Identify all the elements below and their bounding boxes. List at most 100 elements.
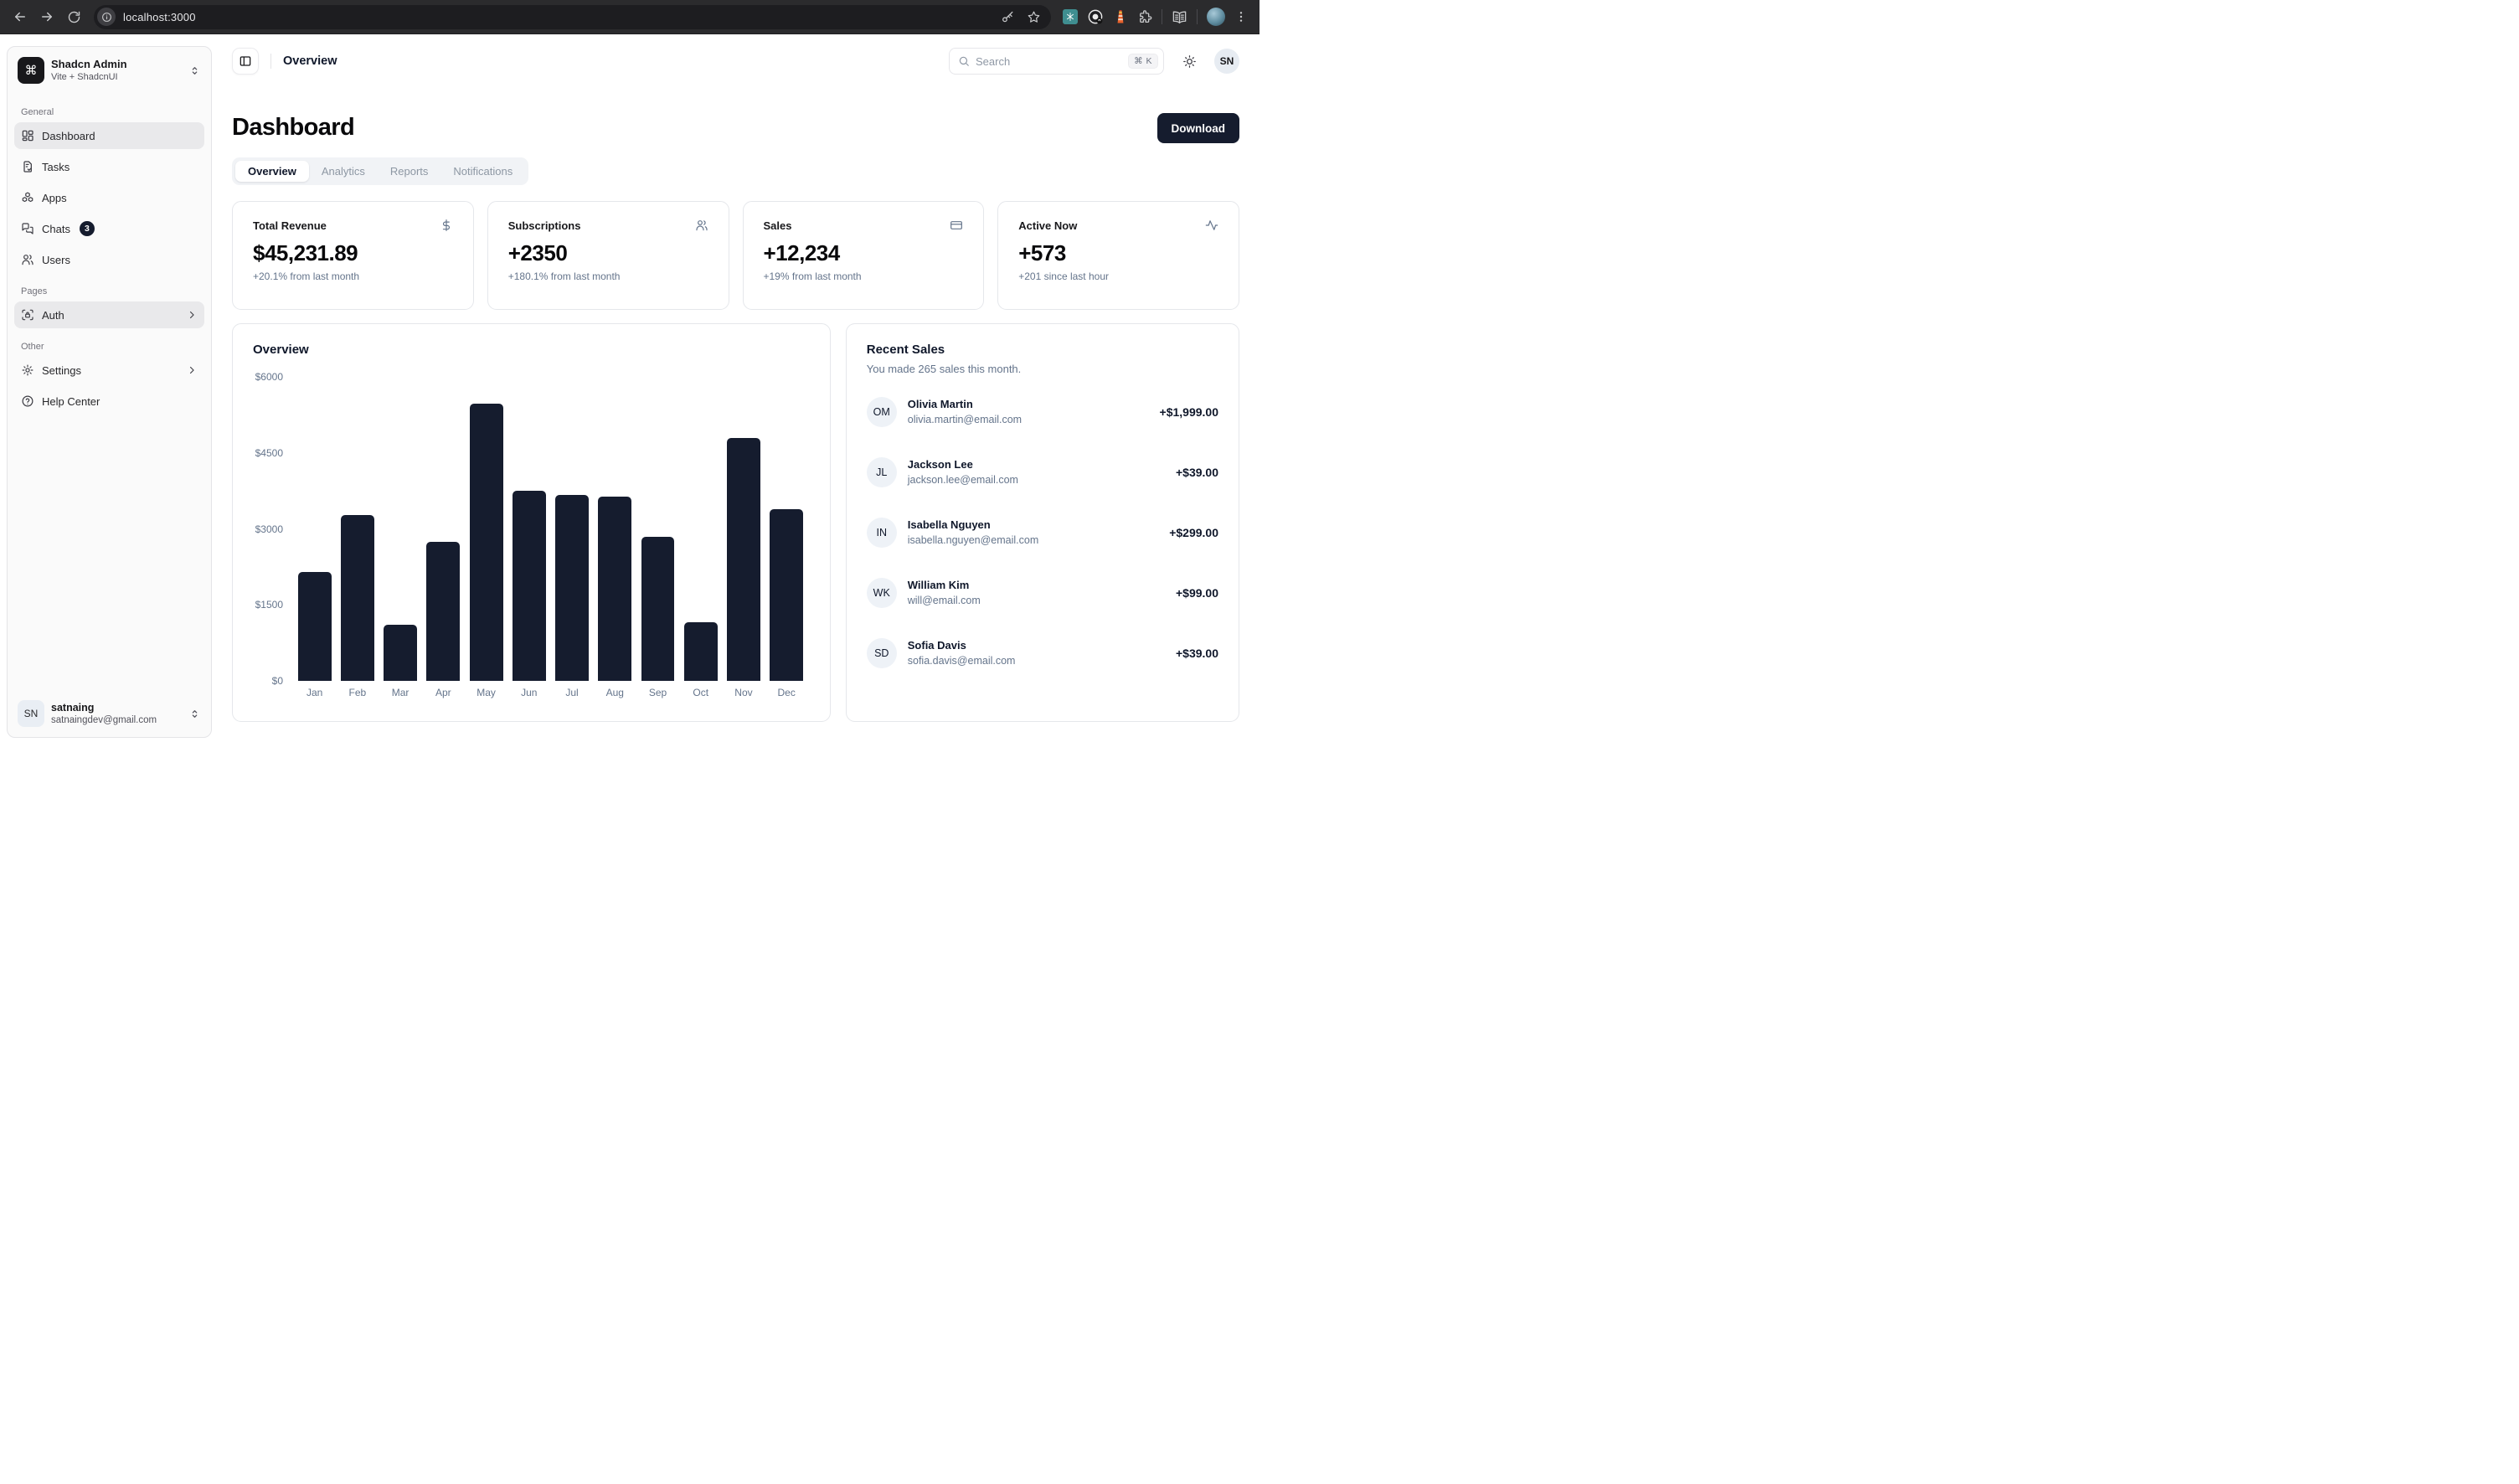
extension-1password-icon[interactable] (1087, 8, 1104, 25)
chart-bar-slot (422, 377, 465, 681)
sidebar-item-label: Settings (42, 364, 81, 377)
search-icon (958, 55, 970, 67)
sidebar-item-dashboard[interactable]: Dashboard (14, 122, 204, 149)
stat-card-active-now: Active Now +573 +201 since last hour (997, 201, 1239, 310)
sale-email: will@email.com (908, 594, 981, 607)
extension-lighthouse-icon[interactable] (1113, 9, 1128, 24)
stat-change: +201 since last hour (1018, 271, 1218, 282)
reading-list-icon[interactable] (1172, 9, 1187, 25)
app-subtitle: Vite + ShadcnUI (51, 72, 127, 83)
back-icon[interactable] (8, 5, 32, 28)
sidebar-item-tasks[interactable]: Tasks (14, 153, 204, 180)
chart-bar (341, 515, 374, 681)
users-icon (695, 219, 708, 232)
sidebar-item-auth[interactable]: Auth (14, 301, 204, 328)
user-avatar: SN (18, 700, 44, 727)
theme-toggle-button[interactable] (1176, 48, 1203, 75)
forward-icon[interactable] (35, 5, 59, 28)
sidebar-item-settings[interactable]: Settings (14, 357, 204, 384)
chevron-right-icon (186, 309, 198, 321)
sidebar-item-chats[interactable]: Chats 3 (14, 215, 204, 242)
chart-bar (684, 622, 718, 681)
avatar: OM (867, 397, 897, 427)
tab-overview[interactable]: Overview (235, 161, 309, 182)
chart-bar (727, 438, 760, 681)
password-key-icon[interactable] (1001, 10, 1015, 24)
download-button[interactable]: Download (1157, 113, 1240, 143)
tab-reports[interactable]: Reports (378, 161, 441, 182)
avatar: WK (867, 578, 897, 608)
chart-x-tick: Jan (293, 687, 336, 703)
bottom-grid: Overview $0$1500$3000$4500$6000 JanFebMa… (232, 323, 1239, 722)
user-menu[interactable]: SN satnaing satnaingdev@gmail.com (14, 697, 204, 730)
sidebar-item-help-center[interactable]: Help Center (14, 388, 204, 415)
bookmark-star-icon[interactable] (1027, 10, 1041, 24)
chart-bar (555, 495, 589, 681)
site-info-icon[interactable] (97, 8, 116, 26)
chart-y-tick: $4500 (255, 447, 283, 459)
stat-title: Subscriptions (508, 219, 581, 232)
chart-bar-slot (379, 377, 421, 681)
sale-amount: +$99.00 (1176, 586, 1218, 600)
stat-card-subscriptions: Subscriptions +2350 +180.1% from last mo… (487, 201, 729, 310)
sale-amount: +$299.00 (1169, 526, 1218, 539)
dollar-sign-icon (440, 219, 453, 232)
chart-bar-slot (465, 377, 507, 681)
user-name: satnaing (51, 702, 157, 714)
team-switcher[interactable]: ⌘ Shadcn Admin Vite + ShadcnUI (14, 54, 204, 87)
sale-row: JL Jackson Lee jackson.lee@email.com +$3… (867, 457, 1218, 487)
overview-chart-card: Overview $0$1500$3000$4500$6000 JanFebMa… (232, 323, 831, 722)
sidebar-item-label: Users (42, 254, 70, 266)
chart-bar-slot (679, 377, 722, 681)
chevrons-up-down-icon (188, 64, 201, 77)
stat-change: +180.1% from last month (508, 271, 708, 282)
chart-x-tick: Mar (379, 687, 421, 703)
sidebar-item-label: Auth (42, 309, 64, 322)
chart-bar-slot (636, 377, 679, 681)
sidebar-toggle-button[interactable] (232, 48, 259, 75)
sale-row: IN Isabella Nguyen isabella.nguyen@email… (867, 518, 1218, 548)
chart-bar (470, 404, 503, 681)
stat-title: Active Now (1018, 219, 1077, 232)
chart-x-tick: May (465, 687, 507, 703)
tab-analytics[interactable]: Analytics (309, 161, 378, 182)
user-info: satnaing satnaingdev@gmail.com (51, 702, 157, 726)
sidebar-item-label: Tasks (42, 161, 70, 173)
sidebar-item-label: Help Center (42, 395, 100, 408)
chart-bar (598, 497, 631, 681)
sale-email: isabella.nguyen@email.com (908, 533, 1039, 547)
chart-bar-slot (336, 377, 379, 681)
url-bar[interactable]: localhost:3000 (94, 5, 1051, 29)
sidebar-item-apps[interactable]: Apps (14, 184, 204, 211)
browser-profile-avatar[interactable] (1207, 8, 1225, 26)
reload-icon[interactable] (62, 5, 85, 28)
chart-bar-slot (594, 377, 636, 681)
extension-teal-icon[interactable] (1063, 9, 1078, 24)
search-input[interactable]: Search ⌘ K (949, 48, 1164, 75)
main-header: Overview Search ⌘ K SN (212, 34, 1260, 88)
sale-email: jackson.lee@email.com (908, 473, 1018, 487)
sale-email: sofia.davis@email.com (908, 654, 1016, 667)
activity-icon (1205, 219, 1218, 232)
browser-menu-icon[interactable] (1234, 10, 1248, 23)
breadcrumb: Overview (283, 54, 337, 68)
credit-card-icon (950, 219, 963, 232)
stats-grid: Total Revenue $45,231.89 +20.1% from las… (232, 201, 1239, 310)
avatar: IN (867, 518, 897, 548)
extensions-puzzle-icon[interactable] (1137, 9, 1152, 24)
sale-name: William Kim (908, 579, 981, 592)
sale-name: Jackson Lee (908, 458, 1018, 471)
tab-notifications[interactable]: Notifications (440, 161, 525, 182)
recent-sales-list: OM Olivia Martin olivia.martin@email.com… (867, 397, 1218, 668)
chart-y-tick: $1500 (255, 599, 283, 611)
sidebar-item-label: Chats (42, 223, 70, 235)
bar-chart: $0$1500$3000$4500$6000 JanFebMarAprMayJu… (253, 377, 810, 703)
chart-x-tick: Oct (679, 687, 722, 703)
chart-x-tick: Nov (722, 687, 765, 703)
sidebar-item-users[interactable]: Users (14, 246, 204, 273)
search-placeholder: Search (976, 55, 1122, 68)
recent-sales-card: Recent Sales You made 265 sales this mon… (846, 323, 1239, 722)
title-row: Dashboard Download (232, 113, 1239, 143)
profile-avatar[interactable]: SN (1214, 49, 1239, 74)
chart-bar (641, 537, 675, 681)
